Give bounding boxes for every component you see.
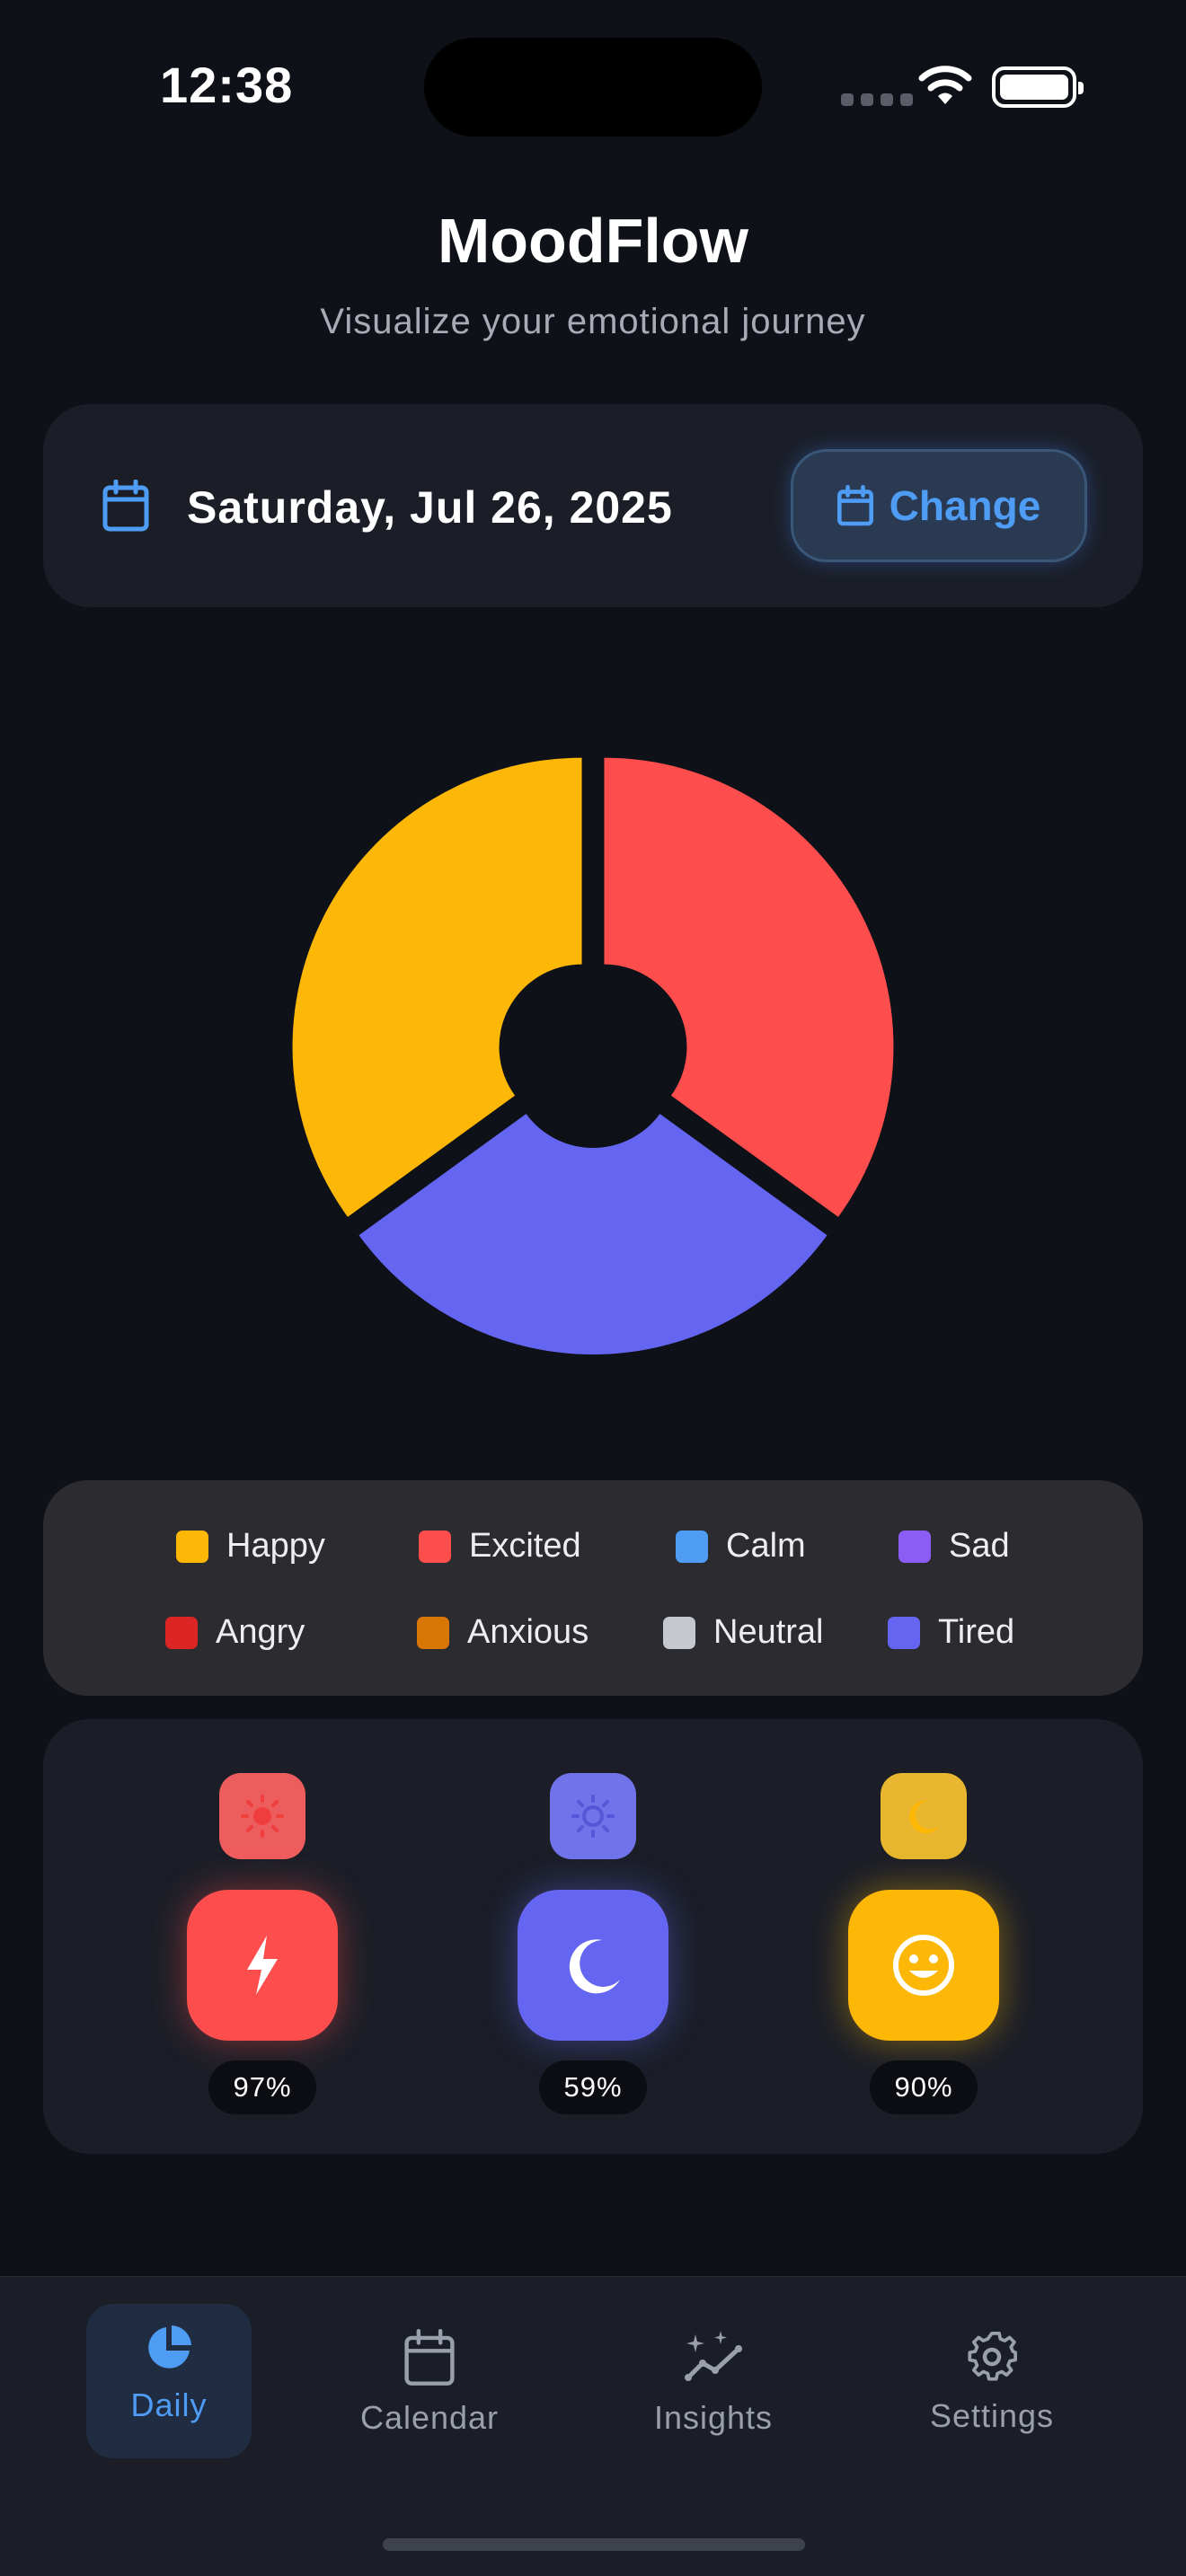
dynamic-island: [424, 38, 762, 137]
legend-label: Angry: [216, 1613, 305, 1651]
pie-chart-icon: [148, 2325, 191, 2369]
legend-item-tired: Tired: [888, 1613, 1014, 1652]
cellular-signal-icon: [841, 93, 913, 106]
legend-label: Sad: [949, 1527, 1010, 1565]
calendar-icon: [404, 2329, 455, 2386]
legend-item-anxious: Anxious: [417, 1613, 589, 1652]
mood-stat-percent: 90%: [870, 2060, 978, 2114]
mood-stats-card: 97% 59% 90%: [43, 1719, 1143, 2154]
legend-item-sad: Sad: [898, 1527, 1010, 1566]
legend-swatch: [676, 1530, 708, 1563]
tab-label: Insights: [653, 2399, 774, 2436]
legend-label: Anxious: [467, 1613, 589, 1651]
legend-item-happy: Happy: [176, 1527, 325, 1566]
calendar-icon: [102, 480, 149, 532]
tab-insights[interactable]: Insights: [624, 2304, 803, 2458]
legend-swatch: [898, 1530, 931, 1563]
tab-bar: Daily Calendar Insights Settings: [0, 2276, 1186, 2576]
wifi-icon: [918, 66, 972, 104]
lightning-icon: [247, 1936, 278, 1995]
change-date-button[interactable]: Change: [791, 449, 1087, 562]
legend-label: Happy: [226, 1527, 325, 1565]
sun-icon: [571, 1795, 615, 1838]
selected-date: Saturday, Jul 26, 2025: [187, 482, 673, 533]
mood-stat-mini: [550, 1773, 636, 1859]
calendar-icon: [836, 485, 873, 526]
legend-item-calm: Calm: [676, 1527, 806, 1566]
mood-stat-badge: [518, 1890, 668, 2041]
tab-label: Calendar: [359, 2399, 500, 2436]
app-title: MoodFlow: [437, 206, 748, 276]
mood-stat-percent: 97%: [208, 2060, 316, 2114]
sparkle-chart-icon: [685, 2331, 742, 2381]
legend-label: Neutral: [713, 1613, 824, 1651]
legend-swatch: [419, 1530, 451, 1563]
legend-swatch: [888, 1616, 920, 1649]
moon-icon: [908, 1800, 941, 1834]
legend-swatch: [165, 1616, 198, 1649]
mood-stat-badge: [848, 1890, 999, 2041]
mood-legend: Happy Excited Calm Sad Angry Anxious Neutral Ti…: [43, 1480, 1143, 1696]
home-indicator: [383, 2538, 805, 2551]
tab-calendar[interactable]: Calendar: [340, 2304, 519, 2458]
legend-swatch: [417, 1616, 449, 1649]
mood-stat-badge: [187, 1890, 338, 2041]
legend-swatch: [663, 1616, 695, 1649]
change-date-label: Change: [889, 482, 1041, 529]
mood-stat-mini: [219, 1773, 305, 1859]
tab-label: Daily: [130, 2386, 208, 2423]
gear-icon: [968, 2332, 1017, 2381]
legend-item-neutral: Neutral: [663, 1613, 824, 1652]
tab-settings[interactable]: Settings: [902, 2304, 1082, 2458]
moon-icon: [569, 1939, 620, 1994]
legend-label: Tired: [938, 1613, 1015, 1651]
smile-icon: [893, 1935, 954, 1996]
legend-label: Calm: [726, 1527, 806, 1565]
mood-pie-chart: [292, 757, 894, 1354]
sun-icon: [241, 1795, 284, 1838]
legend-swatch: [176, 1530, 208, 1563]
legend-label: Excited: [469, 1527, 581, 1565]
battery-icon: [992, 66, 1084, 108]
app-screen: 12:38 MoodFlow Visualize your emotional …: [0, 0, 1186, 2576]
tab-label: Settings: [929, 2397, 1055, 2434]
legend-item-excited: Excited: [419, 1527, 581, 1566]
date-card: Saturday, Jul 26, 2025 Change: [43, 404, 1143, 607]
tab-daily[interactable]: Daily: [86, 2304, 252, 2458]
legend-item-angry: Angry: [165, 1613, 305, 1652]
app-subtitle: Visualize your emotional journey: [320, 302, 866, 341]
mood-stat-mini: [881, 1773, 967, 1859]
status-time: 12:38: [160, 57, 294, 113]
mood-stat-percent: 59%: [539, 2060, 647, 2114]
